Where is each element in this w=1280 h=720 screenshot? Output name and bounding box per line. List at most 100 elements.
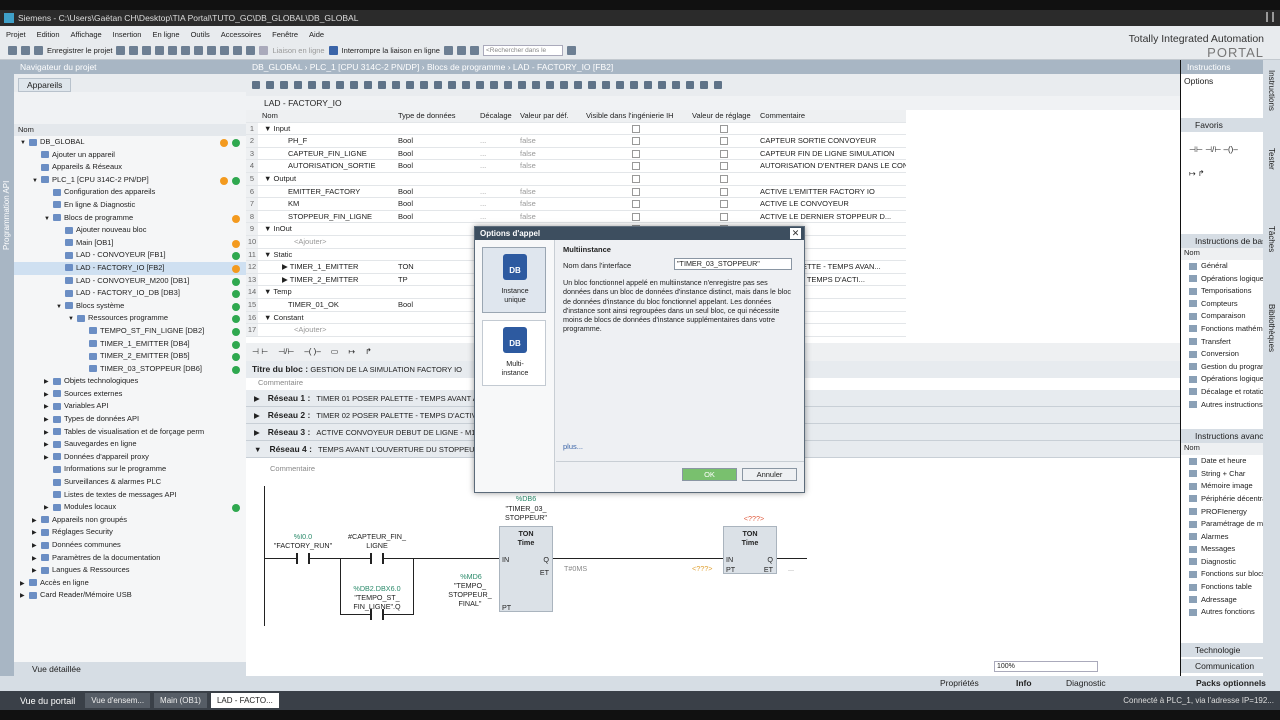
editor-tab[interactable]: LAD - FACTO...	[210, 693, 279, 708]
interface-row[interactable]: 4 AUTORISATION_SORTIE Bool... false AUTORISA…	[246, 160, 906, 173]
visible-checkbox[interactable]	[632, 149, 640, 158]
collapse-arrow-icon[interactable]: ▶	[254, 411, 260, 420]
more-link[interactable]: plus...	[563, 442, 583, 451]
instruction-folder[interactable]: Général	[1181, 260, 1263, 273]
info-tab[interactable]: Info	[1016, 678, 1032, 688]
split-vertical-icon[interactable]	[469, 46, 479, 55]
tree-item[interactable]: ▶ Sources externes	[14, 388, 246, 401]
single-instance-option[interactable]: DB Instance unique	[482, 247, 546, 313]
tree-item[interactable]: LAD - CONVOYEUR_M200 [DB1]	[14, 275, 246, 288]
editor-tool-icon[interactable]	[322, 81, 330, 89]
visible-checkbox[interactable]	[632, 187, 640, 196]
compile-icon[interactable]	[207, 46, 217, 55]
variable-type[interactable]: Bool	[398, 148, 480, 160]
advanced-instructions-header[interactable]: Instructions avancées	[1181, 429, 1263, 444]
technology-header[interactable]: Technologie	[1181, 643, 1263, 657]
editor-tool-icon[interactable]	[700, 81, 708, 89]
no-contact-icon[interactable]: ⊣ ⊢	[252, 347, 268, 356]
tab-devices[interactable]: Appareils	[18, 78, 72, 92]
editor-tool-icon[interactable]	[630, 81, 638, 89]
variable-name[interactable]: ▼ Output	[258, 173, 398, 185]
tree-item[interactable]: TEMPO_ST_FIN_LIGNE [DB2]	[14, 325, 246, 338]
menu-item-4[interactable]: En ligne	[152, 30, 179, 39]
variable-name[interactable]: STOPPEUR_FIN_LIGNE	[258, 211, 398, 223]
tree-item[interactable]: ▼ PLC_1 [CPU 314C-2 PN/DP]	[14, 174, 246, 187]
instruction-folder[interactable]: Compteurs	[1181, 298, 1263, 311]
tree-item[interactable]: Main [OB1]	[14, 237, 246, 250]
instruction-folder[interactable]: Conversion	[1181, 348, 1263, 361]
tree-item[interactable]: ▶ Tables de visualisation et de forçage p…	[14, 426, 246, 439]
communication-header[interactable]: Communication	[1181, 659, 1263, 673]
tree-item[interactable]: ▶ Types de données API	[14, 413, 246, 426]
variable-type[interactable]: TON	[398, 261, 480, 273]
details-view-toggle[interactable]: Vue détaillée	[14, 662, 246, 676]
tree-item[interactable]: LAD - CONVOYEUR [FB1]	[14, 249, 246, 262]
instruction-folder[interactable]: Fonctions sur blocs	[1181, 568, 1266, 581]
instruction-folder[interactable]: Diagnostic	[1181, 556, 1263, 569]
contact3-symbol[interactable]	[370, 608, 384, 620]
instruction-folder[interactable]: Fonctions table	[1181, 581, 1263, 594]
expand-arrow-icon[interactable]: ▶	[20, 590, 29, 603]
variable-type[interactable]: Bool	[398, 186, 480, 198]
variable-name[interactable]: <Ajouter>	[258, 236, 398, 248]
tree-item[interactable]: ▶ Card Reader/Mémoire USB	[14, 589, 246, 602]
contact2-symbol[interactable]	[370, 552, 384, 564]
open-branch-icon[interactable]: ↦	[348, 347, 355, 356]
variable-type[interactable]	[398, 312, 480, 324]
paste-icon[interactable]	[155, 46, 165, 55]
editor-tool-icon[interactable]	[336, 81, 344, 89]
visible-checkbox[interactable]	[632, 174, 640, 183]
instruction-folder[interactable]: Messages	[1181, 543, 1263, 556]
accessible-devices-icon[interactable]	[443, 46, 453, 55]
variable-comment[interactable]: ACTIVE L'EMITTER FACTORY IO	[760, 186, 906, 198]
instruction-folder[interactable]: Autres instructions	[1181, 399, 1263, 412]
variable-type[interactable]: Bool	[398, 299, 480, 311]
instruction-folder[interactable]: Temporisations	[1181, 285, 1263, 298]
side-tab[interactable]: Tester	[1267, 148, 1276, 170]
editor-tool-icon[interactable]	[476, 81, 484, 89]
visible-checkbox[interactable]	[632, 137, 640, 146]
instruction-folder[interactable]: Gestion du programme	[1181, 361, 1278, 374]
editor-tool-icon[interactable]	[462, 81, 470, 89]
tree-item[interactable]: ▶ Variables API	[14, 400, 246, 413]
close-branch-icon[interactable]: ↱	[365, 347, 372, 356]
editor-tool-icon[interactable]	[644, 81, 652, 89]
menu-item-3[interactable]: Insertion	[113, 30, 142, 39]
instruction-folder[interactable]: PROFIenergy	[1181, 506, 1263, 519]
variable-name[interactable]: ▼ InOut	[258, 223, 398, 235]
tree-item[interactable]: ▶ Appareils non groupés	[14, 514, 246, 527]
side-tab[interactable]: Bibliothèques	[1267, 304, 1276, 352]
save-project-button[interactable]: Enregistrer le projet	[47, 46, 112, 55]
instruction-folder[interactable]: Périphérie décentralisée	[1181, 493, 1280, 506]
variable-comment[interactable]: CAPTEUR SORTIE CONVOYEUR	[760, 135, 906, 147]
interface-row[interactable]: 6 EMITTER_FACTORY Bool... false ACTIVE L'EMI…	[246, 185, 906, 199]
instruction-folder[interactable]: Opérations logiques sur bits	[1181, 273, 1280, 286]
editor-tool-icon[interactable]	[588, 81, 596, 89]
tree-item[interactable]: ▼ Ressources programme	[14, 312, 246, 325]
variable-name[interactable]: ▼ Input	[258, 123, 398, 135]
instruction-folder[interactable]: Adressage	[1181, 594, 1263, 607]
visible-checkbox[interactable]	[632, 212, 640, 221]
collapse-arrow-icon[interactable]: ▼	[254, 445, 261, 454]
menu-item-1[interactable]: Edition	[37, 30, 60, 39]
print-icon[interactable]	[116, 46, 126, 55]
variable-name[interactable]: ▶ TIMER_1_EMITTER	[258, 261, 398, 273]
delete-icon[interactable]	[168, 46, 178, 55]
optional-packs-header[interactable]: Packs optionnels	[1196, 678, 1266, 688]
tree-item[interactable]: LAD - FACTORY_IO_DB [DB3]	[14, 287, 246, 300]
tree-item[interactable]: ▶ Réglages Security	[14, 526, 246, 539]
menu-item-8[interactable]: Aide	[309, 30, 324, 39]
interface-row[interactable]: 8 STOPPEUR_FIN_LIGNE Bool... false ACTIVE LE…	[246, 210, 906, 224]
variable-name[interactable]: ▼ Static	[258, 249, 398, 261]
interface-row[interactable]: 1 ▼ Input	[246, 122, 906, 136]
variable-comment[interactable]	[760, 123, 906, 135]
tree-item[interactable]: TIMER_2_EMITTER [DB5]	[14, 350, 246, 363]
portal-view-button[interactable]: Vue du portail	[0, 696, 85, 706]
tree-item[interactable]: En ligne & Diagnostic	[14, 199, 246, 212]
cancel-button[interactable]: Annuler	[742, 468, 797, 481]
column-header[interactable]: Valeur de réglage	[692, 110, 760, 122]
tree-item[interactable]: ▶ Données communes	[14, 539, 246, 552]
multi-instance-option[interactable]: DB Multi- instance	[482, 320, 546, 386]
tree-item[interactable]: Ajouter nouveau bloc	[14, 224, 246, 237]
tree-item[interactable]: ▶ Objets technologiques	[14, 375, 246, 388]
